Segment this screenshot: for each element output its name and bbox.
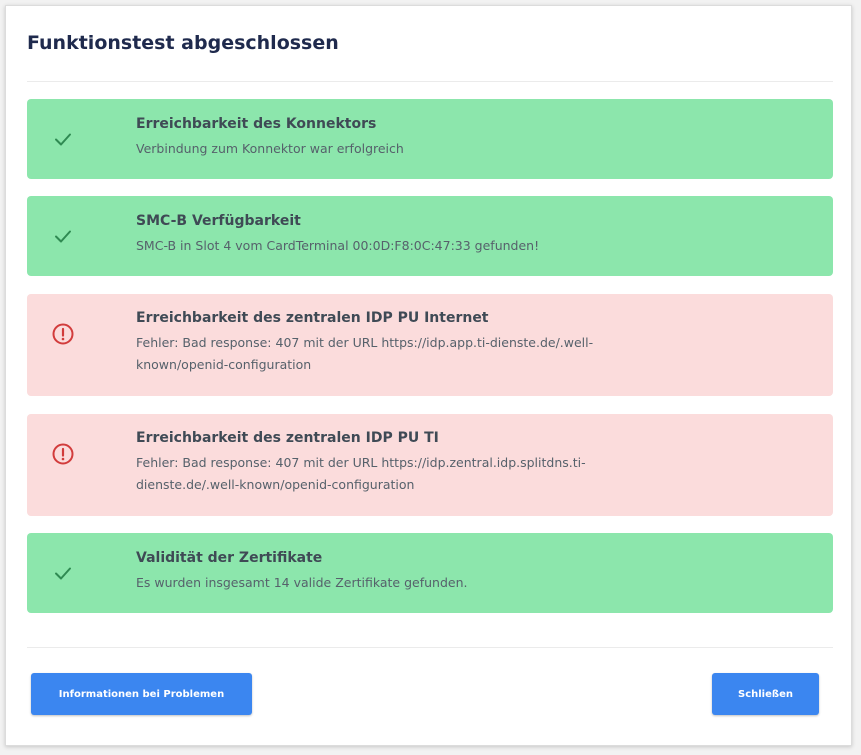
result-detail: Verbindung zum Konnektor war erfolgreich xyxy=(136,141,404,156)
footer-divider xyxy=(27,647,833,648)
result-detail-line: dienste.de/.well-known/openid-configurat… xyxy=(136,477,415,492)
result-card-idp-internet: Erreichbarkeit des zentralen IDP PU Inte… xyxy=(27,294,833,396)
result-detail-line: Fehler: Bad response: 407 mit der URL ht… xyxy=(136,455,586,470)
header-divider xyxy=(27,81,833,82)
result-detail: Es wurden insgesamt 14 valide Zertifikat… xyxy=(136,575,468,590)
result-detail: SMC-B in Slot 4 vom CardTerminal 00:0D:F… xyxy=(136,238,540,253)
result-card-idp-ti: Erreichbarkeit des zentralen IDP PU TI F… xyxy=(27,414,833,516)
result-heading: SMC-B Verfügbarkeit xyxy=(136,213,301,229)
info-on-problems-button[interactable]: Informationen bei Problemen xyxy=(31,673,252,715)
result-card-certificates: Validität der Zertifikate Es wurden insg… xyxy=(27,533,833,613)
result-detail-line: Fehler: Bad response: 407 mit der URL ht… xyxy=(136,335,594,350)
close-button[interactable]: Schließen xyxy=(712,673,819,715)
result-card-connector: Erreichbarkeit des Konnektors Verbindung… xyxy=(27,99,833,179)
error-circle-icon xyxy=(52,323,74,345)
result-heading: Erreichbarkeit des zentralen IDP PU Inte… xyxy=(136,310,489,326)
result-detail-line: known/openid-configuration xyxy=(136,357,312,372)
result-card-smcb: SMC-B Verfügbarkeit SMC-B in Slot 4 vom … xyxy=(27,196,833,276)
dialog-title: Funktionstest abgeschlossen xyxy=(27,32,339,54)
check-icon xyxy=(55,230,71,243)
result-detail: Fehler: Bad response: 407 mit der URL ht… xyxy=(136,452,809,496)
result-detail: Fehler: Bad response: 407 mit der URL ht… xyxy=(136,332,809,376)
result-heading: Erreichbarkeit des zentralen IDP PU TI xyxy=(136,430,439,446)
function-test-dialog: Funktionstest abgeschlossen Erreichbarke… xyxy=(5,5,852,746)
check-icon xyxy=(55,133,71,146)
check-icon xyxy=(55,567,71,580)
result-heading: Erreichbarkeit des Konnektors xyxy=(136,116,377,132)
result-heading: Validität der Zertifikate xyxy=(136,550,323,566)
error-circle-icon xyxy=(52,443,74,465)
